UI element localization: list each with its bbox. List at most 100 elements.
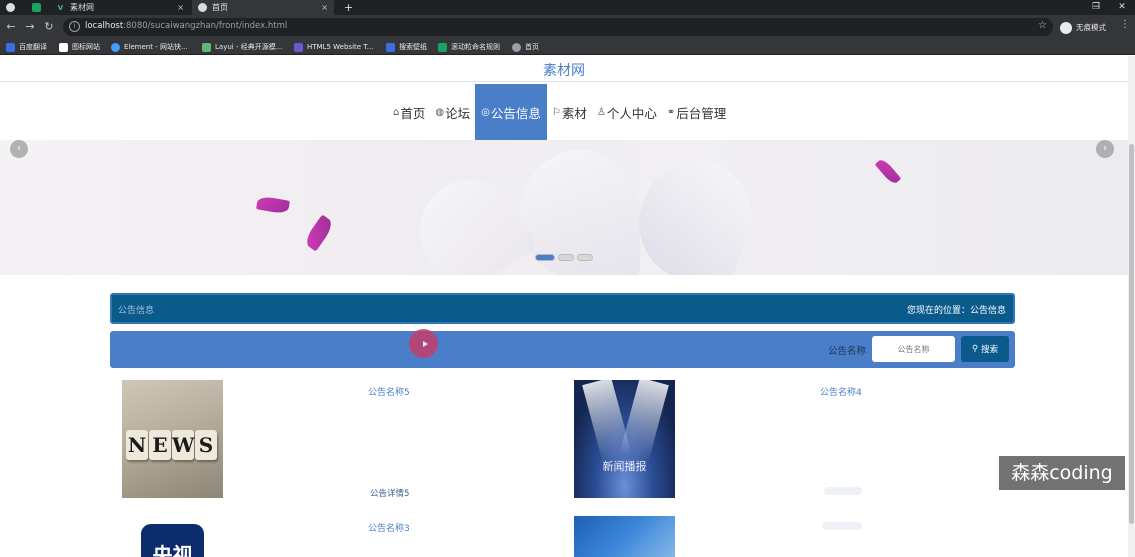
incognito-indicator[interactable]: 无痕模式 <box>1060 21 1106 34</box>
back-arrow-icon[interactable]: ← <box>3 19 19 35</box>
nav-label: 后台管理 <box>676 106 727 121</box>
nav-admin[interactable]: ⚭ 后台管理 <box>662 84 731 141</box>
bookmark-label: Layui - 经典开源模... <box>215 43 283 51</box>
notice-title[interactable]: 公告名称3 <box>368 521 410 534</box>
menu-dots-icon[interactable]: ⋮ <box>1120 19 1130 30</box>
tab-home[interactable]: 首页 × <box>192 0 334 15</box>
cctv-logo: 央视 <box>141 524 204 557</box>
user-icon: ♙ <box>596 107 606 118</box>
bookmark-label: Element - 网站快... <box>124 43 188 51</box>
scrollbar-thumb[interactable] <box>1129 144 1134 524</box>
carousel-banner[interactable]: ‹ › <box>0 140 1128 275</box>
search-input[interactable] <box>872 336 955 362</box>
forum-icon: ◍ <box>435 107 445 118</box>
bookmark-favicon-icon <box>59 42 68 52</box>
carousel-prev-icon[interactable]: ‹ <box>10 140 28 158</box>
nav-notices[interactable]: ◎ 公告信息 <box>475 84 547 141</box>
carousel-dot[interactable] <box>535 254 555 261</box>
vue-icon: V <box>57 3 64 12</box>
bookmark-favicon-icon <box>294 42 303 52</box>
main-nav: ⌂ 首页 ◍ 论坛 ◎ 公告信息 ⚐ 素材 ♙ 个人中心 ⚭ 后台管理 <box>388 84 731 141</box>
news-letters: N E W S <box>126 430 217 460</box>
blue-image[interactable] <box>574 516 675 557</box>
carousel-dot[interactable] <box>577 254 593 261</box>
bookmark-favicon-icon <box>438 42 447 52</box>
close-window-button[interactable]: ✕ <box>1108 0 1135 15</box>
tab-globe[interactable] <box>0 0 24 15</box>
forward-arrow-icon[interactable]: → <box>22 19 38 35</box>
minimize-button-2[interactable] <box>1054 0 1082 15</box>
bookmark-label: 图标网站 <box>72 43 100 51</box>
bookmark-item[interactable]: 滚动粒命名规则 <box>438 41 500 53</box>
page-scrollbar[interactable] <box>1128 56 1135 557</box>
nav-forum[interactable]: ◍ 论坛 <box>430 84 475 141</box>
bookmark-item[interactable]: 图标网站 <box>59 41 100 53</box>
site-title[interactable]: 素材网 <box>0 60 1128 80</box>
carousel-dot[interactable] <box>558 254 574 261</box>
close-icon[interactable]: × <box>321 3 328 12</box>
stage-image[interactable]: 新闻播报 <box>574 380 675 498</box>
news-letter: W <box>172 430 194 460</box>
bookmark-item[interactable]: 百度翻译 <box>6 41 47 53</box>
current-location: 您现在的位置：公告信息 <box>906 306 1006 316</box>
stage-image-text: 新闻播报 <box>602 460 647 473</box>
bookmark-favicon-icon <box>6 42 15 52</box>
reload-icon[interactable]: ↻ <box>41 19 57 35</box>
nav-label: 论坛 <box>445 106 471 121</box>
url-path: :8080/sucaiwangzhan/front/index.html <box>123 21 288 31</box>
url-input[interactable]: i localhost:8080/sucaiwangzhan/front/ind… <box>63 18 1053 36</box>
nav-home[interactable]: ⌂ 首页 <box>388 84 430 141</box>
bookmark-favicon-icon <box>386 42 395 52</box>
nav-label: 个人中心 <box>606 106 657 121</box>
search-label: 公告名称 <box>828 346 867 357</box>
bookmark-item[interactable]: Element - 网站快... <box>111 41 188 53</box>
browser-tab-bar: V 素材网 × 首页 × + − <box>0 0 1135 15</box>
tab-sucaiwang[interactable]: V 素材网 × <box>50 0 190 15</box>
bookmark-item[interactable]: HTML5 Website T... <box>294 41 373 53</box>
bookmark-favicon-icon <box>111 42 120 52</box>
bookmark-item[interactable]: Layui - 经典开源模... <box>202 41 282 53</box>
banner-flower-shape <box>622 144 768 275</box>
notice-title[interactable]: 公告名称4 <box>820 385 862 398</box>
nav-materials[interactable]: ⚐ 素材 <box>547 84 592 141</box>
restore-button[interactable]: ❐ <box>1082 0 1110 15</box>
section-title: 公告信息 <box>118 306 155 316</box>
url-host: localhost <box>85 21 124 31</box>
news-image[interactable]: N E W S <box>122 380 223 498</box>
notice-detail-link[interactable]: 公告详情5 <box>370 487 409 499</box>
title-divider <box>0 81 1128 82</box>
nav-label: 首页 <box>400 106 426 121</box>
nav-personal-center[interactable]: ♙ 个人中心 <box>592 84 662 141</box>
carousel-next-icon[interactable]: › <box>1096 140 1114 158</box>
petal-shape <box>302 214 336 252</box>
link-icon: ⚭ <box>666 107 676 118</box>
incognito-label: 无痕模式 <box>1076 23 1106 32</box>
bookmark-item[interactable]: 首页 <box>512 41 539 53</box>
bookmark-star-icon[interactable]: ☆ <box>1038 20 1047 31</box>
tab-app[interactable] <box>26 0 48 15</box>
app-icon <box>32 3 41 12</box>
search-icon: ⚲ <box>971 344 979 354</box>
url-text: localhost:8080/sucaiwangzhan/front/index… <box>85 21 287 31</box>
notice-title[interactable]: 公告名称5 <box>368 385 410 398</box>
info-icon[interactable]: i <box>69 21 80 32</box>
globe-icon <box>6 3 15 12</box>
bookmark-favicon-icon <box>512 42 521 52</box>
petal-shape <box>256 195 290 215</box>
breadcrumb: 公告信息 您现在的位置：公告信息 <box>110 293 1015 324</box>
search-bar: 公告名称 ⚲搜索 <box>110 331 1015 368</box>
nav-label: 素材 <box>561 106 587 121</box>
faded-title <box>822 522 862 530</box>
nav-label: 公告信息 <box>490 106 541 121</box>
petal-shape <box>874 157 902 186</box>
new-tab-button[interactable]: + <box>338 0 354 15</box>
close-icon[interactable]: × <box>177 3 184 12</box>
tab-label: 首页 <box>212 3 228 12</box>
carousel-indicators <box>535 254 593 261</box>
news-letter: N <box>126 430 148 460</box>
cctv-image[interactable]: 央视 <box>122 516 223 557</box>
search-button[interactable]: ⚲ 搜索 <box>961 336 1009 362</box>
video-watermark: 森森coding <box>999 456 1125 490</box>
bookmark-item[interactable]: 搜索壁纸 <box>386 41 427 53</box>
bookmark-favicon-icon <box>202 42 211 52</box>
